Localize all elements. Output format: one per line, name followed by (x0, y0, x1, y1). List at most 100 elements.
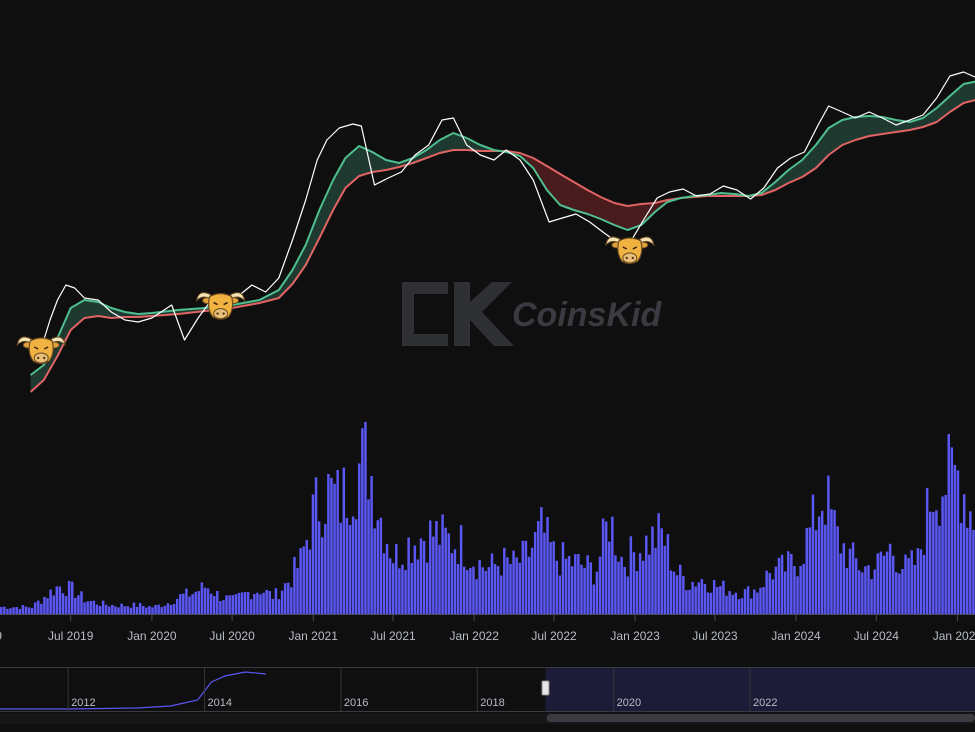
volume-bar (904, 554, 907, 614)
volume-bar (429, 520, 432, 614)
volume-bar (759, 587, 762, 614)
volume-bar (459, 525, 463, 614)
volume-bar (638, 553, 642, 614)
volume-bar (6, 608, 9, 614)
volume-bar (669, 570, 673, 614)
volume-bar (305, 540, 309, 614)
scrollbar[interactable] (0, 713, 975, 724)
volume-bar (620, 556, 623, 614)
volume-bar (928, 511, 932, 614)
volume-bar (327, 474, 330, 614)
scrollbar-thumb[interactable] (546, 714, 975, 722)
volume-bar (117, 607, 120, 614)
volume-bar (787, 551, 790, 614)
navigator-tick-label: 2022 (753, 697, 777, 709)
volume-bar (46, 598, 49, 614)
volume-bar (546, 517, 549, 614)
volume-bar (27, 607, 31, 614)
volume-bar (709, 592, 713, 614)
ma-fill-segment (96, 301, 100, 317)
ma-fill-segment (453, 133, 457, 150)
volume-bar (160, 607, 163, 614)
navigator-left-handle[interactable] (541, 680, 550, 696)
volume-bar (101, 600, 105, 614)
volume-bar (191, 594, 194, 614)
volume-bar (725, 595, 728, 614)
volume-bar (972, 529, 975, 614)
volume-bar (694, 586, 697, 614)
volume-bar (808, 527, 812, 614)
volume-bar (351, 516, 355, 614)
ma-fill-segment (87, 300, 91, 318)
volume-bar (941, 496, 944, 614)
volume-bar (882, 555, 886, 614)
volume-bar (228, 595, 231, 614)
volume-bar (194, 591, 197, 614)
volume-bar (509, 563, 512, 614)
volume-bar (672, 571, 676, 614)
volume-bar (811, 494, 815, 614)
volume-bar (339, 522, 342, 614)
volume-bar (320, 537, 324, 614)
volume-bar (311, 494, 315, 614)
ma-fill-segment (603, 198, 607, 222)
volume-bar (830, 509, 833, 614)
volume-bar (3, 606, 6, 614)
volume-bar (296, 568, 299, 614)
ma-fill-segment (573, 181, 577, 211)
x-axis-tick-label: Jan 2020 (127, 629, 177, 643)
volume-bar (404, 570, 407, 614)
volume-bar (358, 463, 361, 614)
ma-fill-segment (870, 116, 874, 136)
volume-bar (37, 600, 40, 614)
volume-bar (580, 564, 583, 614)
volume-bar (574, 554, 577, 614)
volume-bar (722, 580, 725, 614)
volume-bar (80, 591, 83, 614)
volume-bar (145, 607, 148, 614)
volume-bar (456, 564, 460, 614)
navigator-tick-label: 2012 (71, 697, 95, 709)
volume-bar (515, 557, 518, 614)
volume-bar (348, 525, 352, 614)
volume-bar (555, 560, 559, 614)
ma-fill-segment (612, 202, 616, 226)
volume-bar (271, 598, 275, 614)
ma-fill-segment (852, 116, 856, 142)
volume-bar (95, 604, 99, 614)
ma-fill-segment (624, 205, 628, 230)
volume-bar (74, 597, 77, 614)
volume-bar (657, 513, 660, 614)
x-axis-tick-label: Jan 2021 (289, 629, 339, 643)
volume-bar (956, 470, 960, 614)
volume-bar (141, 605, 145, 614)
volume-bar (166, 603, 170, 614)
volume-bar (827, 475, 830, 614)
volume-bar (598, 556, 602, 614)
volume-bar (172, 604, 176, 614)
ma-fill-segment (363, 148, 367, 175)
volume-bar (765, 570, 768, 614)
ma-fill-segment (636, 204, 640, 227)
volume-bar (901, 569, 904, 614)
volume-bar (861, 572, 864, 614)
volume-bar (913, 565, 917, 614)
volume-bar (138, 603, 142, 614)
volume-bar (317, 521, 321, 614)
volume-bar (691, 582, 694, 614)
volume-bar (780, 554, 784, 614)
volume-bar (490, 553, 494, 614)
volume-bar (64, 596, 68, 614)
volume-bar (756, 592, 759, 614)
volume-bar (552, 541, 555, 614)
volume-bar (98, 606, 102, 614)
volume-bar (49, 589, 52, 614)
volume-bar (367, 499, 370, 614)
volume-bar (129, 607, 133, 614)
volume-bar (61, 593, 65, 614)
ma-fill-segment (966, 82, 970, 103)
volume-bar (833, 510, 836, 614)
volume-bar (262, 592, 265, 614)
navigator-tick-label: 2014 (208, 697, 232, 709)
volume-bar (496, 566, 500, 614)
